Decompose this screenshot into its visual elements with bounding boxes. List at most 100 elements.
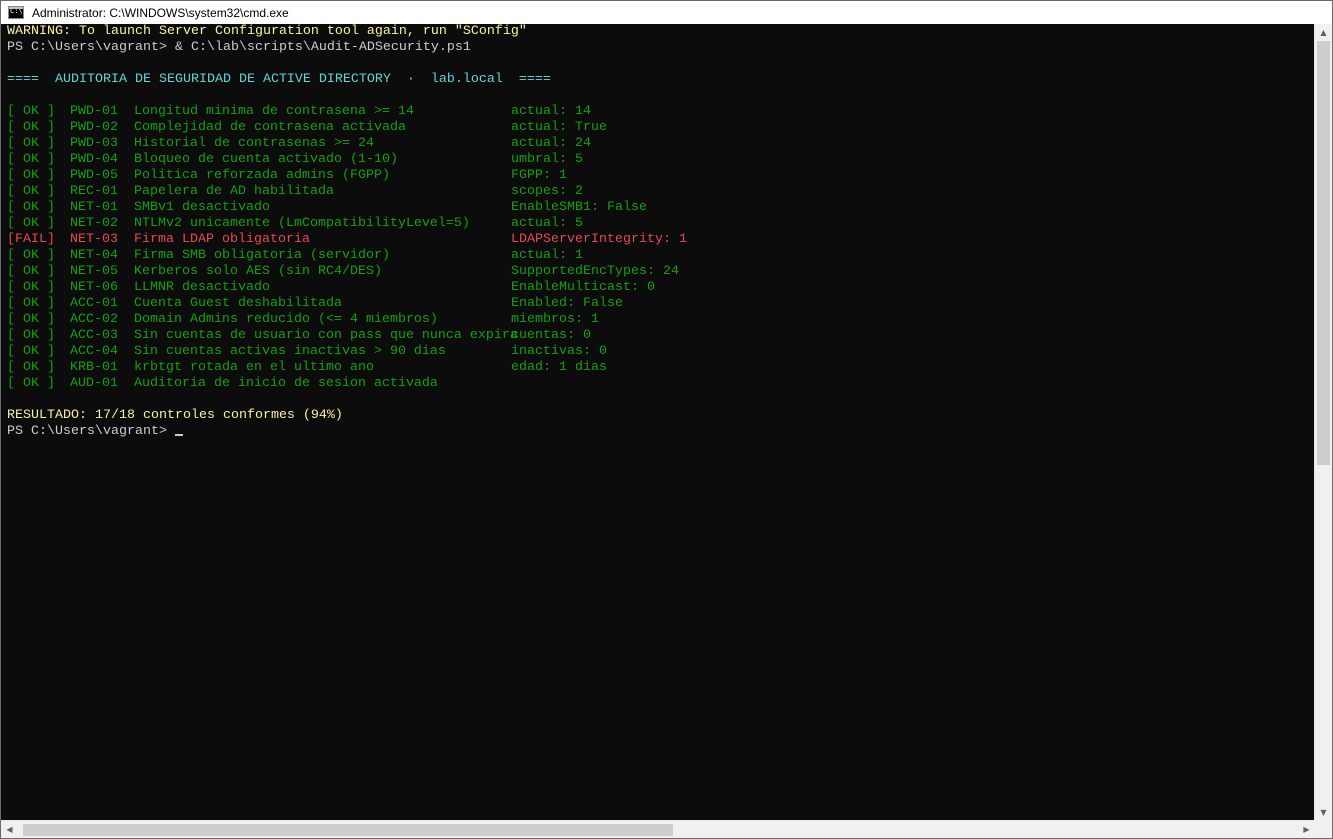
check-value: LDAPServerIntegrity: 1 [511,232,687,247]
check-status: [ OK ] [7,248,55,263]
check-description: SMBv1 desactivado [134,200,270,215]
audit-check-row: [ OK ] NET-01 SMBv1 desactivado EnableSMB1:… [7,200,1315,216]
prompt-text: PS C:\Users\vagrant> [7,424,175,439]
check-code: ACC-04 [70,344,118,359]
audit-check-row: [FAIL] NET-03 Firma LDAP obligatoria LDAPSe… [7,232,1315,248]
check-value: Enabled: False [511,296,623,311]
check-value: umbral: 5 [511,152,583,167]
console-line: PS C:\Users\vagrant> & C:\lab\scripts\Au… [7,40,471,55]
check-code: NET-05 [70,264,118,279]
check-status: [ OK ] [7,344,55,359]
check-code: ACC-02 [70,312,118,327]
console-line: ==== AUDITORIA DE SEGURIDAD DE ACTIVE DI… [7,72,551,87]
title-bar[interactable]: C:\ Administrator: C:\WINDOWS\system32\c… [1,1,1332,24]
check-description: Domain Admins reducido (<= 4 miembros) [134,312,438,327]
check-status: [ OK ] [7,328,55,343]
check-description: Politica reforzada admins (FGPP) [134,168,390,183]
audit-check-row: [ OK ] NET-05 Kerberos solo AES (sin RC4/D… [7,264,1315,280]
check-description: Historial de contrasenas >= 24 [134,136,374,151]
check-code: NET-03 [70,232,118,247]
audit-check-row: [ OK ] PWD-01 Longitud minima de contrasen… [7,104,1315,120]
check-code: PWD-05 [70,168,118,183]
console-output[interactable]: WARNING: To launch Server Configuration … [1,24,1315,821]
check-description: Firma LDAP obligatoria [134,232,310,247]
check-description: Papelera de AD habilitada [134,184,334,199]
check-status: [ OK ] [7,104,55,119]
check-value: edad: 1 dias [511,360,607,375]
check-code: PWD-04 [70,152,118,167]
check-value: miembros: 1 [511,312,599,327]
text-cursor [174,434,183,436]
scrollbar-corner [1314,820,1332,838]
check-status: [ OK ] [7,376,55,391]
check-value: EnableSMB1: False [511,200,647,215]
audit-check-row: [ OK ] REC-01 Papelera de AD habilitada sco… [7,184,1315,200]
check-status: [ OK ] [7,296,55,311]
check-code: PWD-02 [70,120,118,135]
check-status: [ OK ] [7,184,55,199]
check-status: [ OK ] [7,216,55,231]
check-code: NET-04 [70,248,118,263]
cmd-icon-text: C:\ [10,7,23,15]
check-description: Complejidad de contrasena activada [134,120,406,135]
check-status: [ OK ] [7,120,55,135]
check-code: NET-02 [70,216,118,231]
check-description: Sin cuentas activas inactivas > 90 dias [134,344,446,359]
check-code: AUD-01 [70,376,118,391]
check-description: Longitud minima de contrasena >= 14 [134,104,414,119]
scroll-down-icon[interactable]: ▼ [1315,804,1332,821]
check-value: FGPP: 1 [511,168,567,183]
audit-check-row: [ OK ] ACC-02 Domain Admins reducido (<= 4… [7,312,1315,328]
check-status: [ OK ] [7,264,55,279]
check-description: LLMNR desactivado [134,280,270,295]
audit-check-row: [ OK ] ACC-04 Sin cuentas activas inactiva… [7,344,1315,360]
vertical-scrollbar[interactable]: ▲ ▼ [1314,24,1332,821]
audit-check-row: [ OK ] PWD-04 Bloqueo de cuenta activado (… [7,152,1315,168]
audit-check-row: [ OK ] NET-06 LLMNR desactivado EnableMulti… [7,280,1315,296]
check-code: NET-06 [70,280,118,295]
console-window: C:\ Administrator: C:\WINDOWS\system32\c… [0,0,1333,839]
audit-check-row: [ OK ] PWD-02 Complejidad de contrasena ac… [7,120,1315,136]
result-summary: RESULTADO: 17/18 controles conformes (94… [7,408,343,423]
console-line: WARNING: To launch Server Configuration … [7,24,527,39]
audit-check-row: [ OK ] ACC-03 Sin cuentas de usuario con p… [7,328,1315,344]
check-description: Sin cuentas de usuario con pass que nunc… [134,328,518,343]
scroll-left-icon[interactable]: ◀ [1,821,18,838]
audit-check-row: [ OK ] KRB-01 krbtgt rotada en el ultimo a… [7,360,1315,376]
check-code: KRB-01 [70,360,118,375]
check-code: REC-01 [70,184,118,199]
check-status: [ OK ] [7,200,55,215]
check-status: [FAIL] [7,232,55,247]
scroll-right-icon[interactable]: ▶ [1298,821,1315,838]
check-status: [ OK ] [7,136,55,151]
horizontal-scroll-thumb[interactable] [23,824,673,836]
check-value: actual: 24 [511,136,591,151]
cmd-icon[interactable]: C:\ [8,6,24,19]
check-description: krbtgt rotada en el ultimo ano [134,360,374,375]
prompt-line[interactable]: PS C:\Users\vagrant> [7,424,1315,440]
check-value: actual: 1 [511,248,583,263]
check-value: actual: 5 [511,216,583,231]
audit-check-row: [ OK ] PWD-03 Historial de contrasenas >= … [7,136,1315,152]
check-code: PWD-01 [70,104,118,119]
check-status: [ OK ] [7,360,55,375]
check-status: [ OK ] [7,280,55,295]
check-code: ACC-03 [70,328,118,343]
check-status: [ OK ] [7,152,55,167]
check-status: [ OK ] [7,168,55,183]
check-value: inactivas: 0 [511,344,607,359]
horizontal-scrollbar[interactable]: ◀ ▶ [1,820,1315,838]
check-description: Bloqueo de cuenta activado (1-10) [134,152,398,167]
scroll-up-icon[interactable]: ▲ [1315,24,1332,41]
audit-check-row: [ OK ] ACC-01 Cuenta Guest deshabilitada En… [7,296,1315,312]
check-value: SupportedEncTypes: 24 [511,264,679,279]
window-title: Administrator: C:\WINDOWS\system32\cmd.e… [32,5,289,20]
check-description: NTLMv2 unicamente (LmCompatibilityLevel=… [134,216,470,231]
vertical-scroll-thumb[interactable] [1317,41,1330,465]
audit-check-row: [ OK ] NET-02 NTLMv2 unicamente (LmCompati… [7,216,1315,232]
check-value: scopes: 2 [511,184,583,199]
check-description: Firma SMB obligatoria (servidor) [134,248,390,263]
